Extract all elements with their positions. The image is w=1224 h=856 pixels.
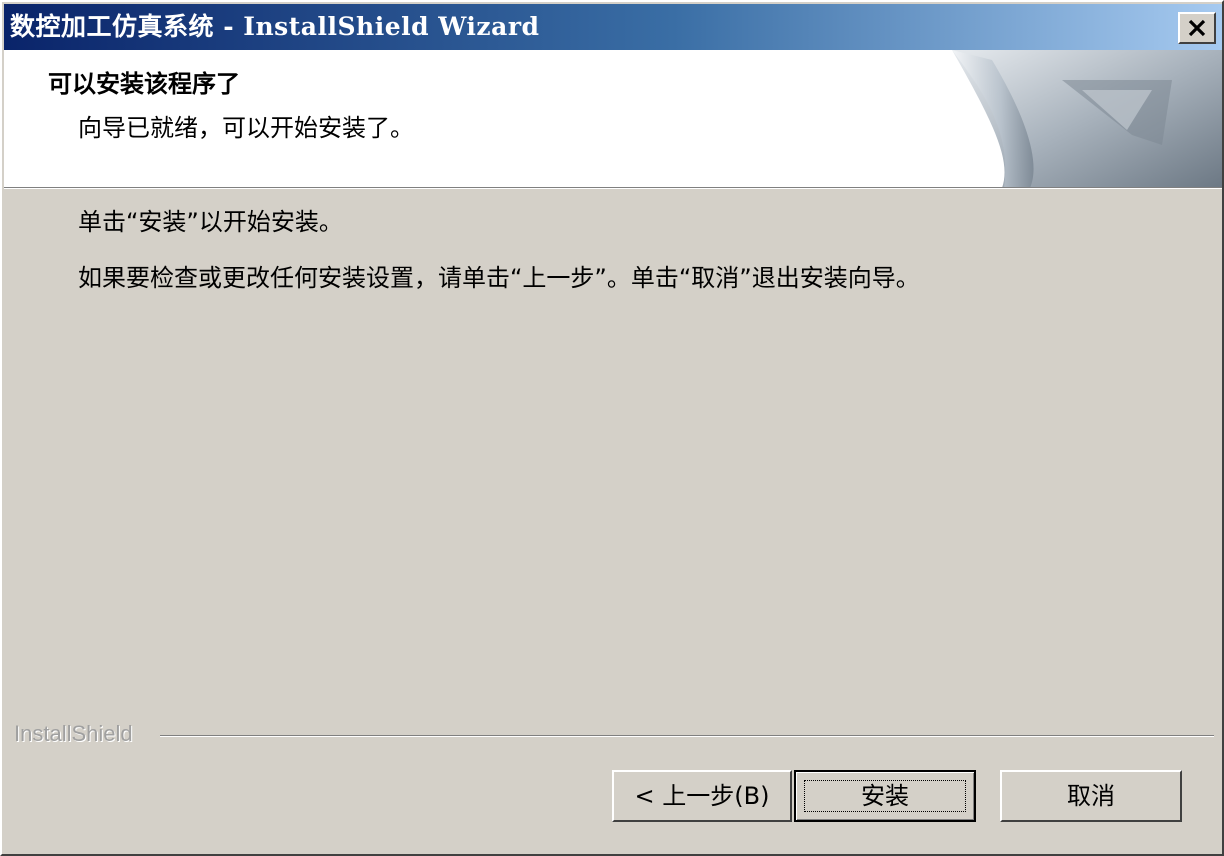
installshield-brand-label: InstallShield bbox=[14, 721, 139, 747]
close-icon bbox=[1188, 19, 1206, 37]
footer-divider bbox=[160, 735, 1214, 737]
cancel-button-label: 取消 bbox=[1067, 782, 1115, 810]
header-subtitle: 向导已就绪，可以开始安装了。 bbox=[78, 114, 414, 142]
close-button[interactable] bbox=[1178, 12, 1216, 44]
window-title: 数控加工仿真系统 - InstallShield Wizard bbox=[10, 12, 540, 41]
header-title: 可以安装该程序了 bbox=[48, 70, 240, 98]
title-bar[interactable]: 数控加工仿真系统 - InstallShield Wizard bbox=[4, 4, 1222, 50]
back-button[interactable]: < 上一步(B) bbox=[612, 770, 792, 822]
page-curl-graphic bbox=[952, 50, 1222, 188]
header-separator bbox=[4, 187, 1222, 189]
install-button[interactable]: 安装 bbox=[794, 770, 976, 822]
installer-window: 数控加工仿真系统 - InstallShield Wizard 可以安装该程序了… bbox=[0, 0, 1224, 856]
instruction-line-2: 如果要检查或更改任何安装设置，请单击“上一步”。单击“取消”退出安装向导。 bbox=[78, 264, 920, 292]
install-button-label: 安装 bbox=[861, 782, 909, 810]
back-button-label: < 上一步(B) bbox=[634, 782, 770, 810]
wizard-header: 可以安装该程序了 向导已就绪，可以开始安装了。 bbox=[4, 50, 1222, 188]
cancel-button[interactable]: 取消 bbox=[1000, 770, 1182, 822]
instruction-line-1: 单击“安装”以开始安装。 bbox=[78, 208, 343, 236]
